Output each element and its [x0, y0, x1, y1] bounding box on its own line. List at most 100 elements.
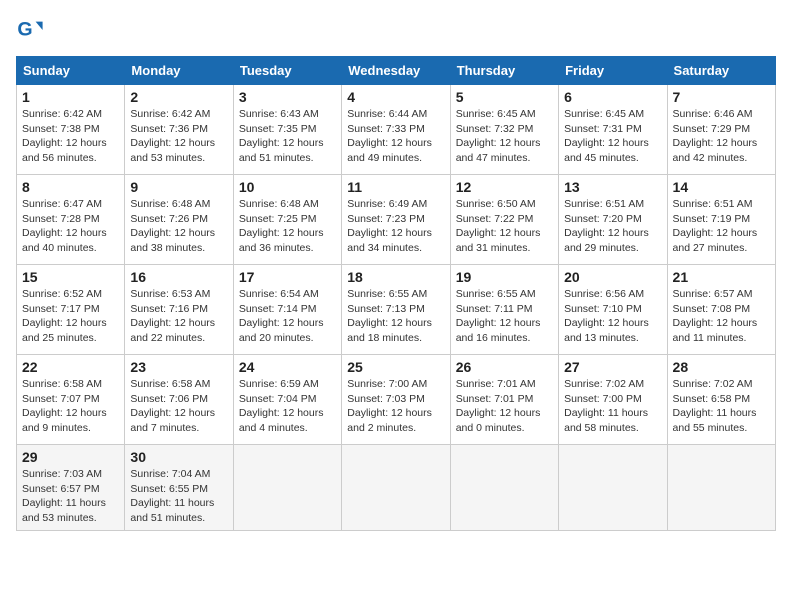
day-info: Sunrise: 6:42 AM Sunset: 7:38 PM Dayligh… — [22, 107, 119, 166]
weekday-header-row: SundayMondayTuesdayWednesdayThursdayFrid… — [17, 57, 776, 85]
day-number: 20 — [564, 269, 661, 285]
calendar-cell: 28 Sunrise: 7:02 AM Sunset: 6:58 PM Dayl… — [667, 355, 775, 445]
week-row-5: 29 Sunrise: 7:03 AM Sunset: 6:57 PM Dayl… — [17, 445, 776, 531]
day-number: 7 — [673, 89, 770, 105]
day-number: 19 — [456, 269, 553, 285]
calendar-cell: 16 Sunrise: 6:53 AM Sunset: 7:16 PM Dayl… — [125, 265, 233, 355]
week-row-4: 22 Sunrise: 6:58 AM Sunset: 7:07 PM Dayl… — [17, 355, 776, 445]
day-info: Sunrise: 6:55 AM Sunset: 7:13 PM Dayligh… — [347, 287, 444, 346]
calendar-cell: 20 Sunrise: 6:56 AM Sunset: 7:10 PM Dayl… — [559, 265, 667, 355]
day-info: Sunrise: 6:46 AM Sunset: 7:29 PM Dayligh… — [673, 107, 770, 166]
day-info: Sunrise: 6:43 AM Sunset: 7:35 PM Dayligh… — [239, 107, 336, 166]
day-number: 13 — [564, 179, 661, 195]
calendar-cell: 15 Sunrise: 6:52 AM Sunset: 7:17 PM Dayl… — [17, 265, 125, 355]
day-number: 8 — [22, 179, 119, 195]
day-info: Sunrise: 6:54 AM Sunset: 7:14 PM Dayligh… — [239, 287, 336, 346]
day-info: Sunrise: 6:56 AM Sunset: 7:10 PM Dayligh… — [564, 287, 661, 346]
day-number: 2 — [130, 89, 227, 105]
day-number: 30 — [130, 449, 227, 465]
day-number: 5 — [456, 89, 553, 105]
day-info: Sunrise: 7:02 AM Sunset: 7:00 PM Dayligh… — [564, 377, 661, 436]
calendar-cell — [450, 445, 558, 531]
day-number: 4 — [347, 89, 444, 105]
day-number: 17 — [239, 269, 336, 285]
day-number: 26 — [456, 359, 553, 375]
weekday-header-friday: Friday — [559, 57, 667, 85]
svg-text:G: G — [17, 19, 32, 41]
calendar-table: SundayMondayTuesdayWednesdayThursdayFrid… — [16, 56, 776, 531]
day-number: 15 — [22, 269, 119, 285]
calendar-cell — [559, 445, 667, 531]
calendar-cell: 7 Sunrise: 6:46 AM Sunset: 7:29 PM Dayli… — [667, 85, 775, 175]
day-number: 21 — [673, 269, 770, 285]
day-number: 23 — [130, 359, 227, 375]
day-info: Sunrise: 7:04 AM Sunset: 6:55 PM Dayligh… — [130, 467, 227, 526]
calendar-cell: 10 Sunrise: 6:48 AM Sunset: 7:25 PM Dayl… — [233, 175, 341, 265]
day-info: Sunrise: 7:03 AM Sunset: 6:57 PM Dayligh… — [22, 467, 119, 526]
calendar-cell: 30 Sunrise: 7:04 AM Sunset: 6:55 PM Dayl… — [125, 445, 233, 531]
day-info: Sunrise: 7:02 AM Sunset: 6:58 PM Dayligh… — [673, 377, 770, 436]
logo: G — [16, 16, 48, 44]
day-info: Sunrise: 6:45 AM Sunset: 7:31 PM Dayligh… — [564, 107, 661, 166]
day-number: 29 — [22, 449, 119, 465]
day-info: Sunrise: 6:48 AM Sunset: 7:25 PM Dayligh… — [239, 197, 336, 256]
day-number: 3 — [239, 89, 336, 105]
calendar-cell: 3 Sunrise: 6:43 AM Sunset: 7:35 PM Dayli… — [233, 85, 341, 175]
day-info: Sunrise: 7:01 AM Sunset: 7:01 PM Dayligh… — [456, 377, 553, 436]
day-number: 9 — [130, 179, 227, 195]
calendar-cell: 8 Sunrise: 6:47 AM Sunset: 7:28 PM Dayli… — [17, 175, 125, 265]
day-info: Sunrise: 6:45 AM Sunset: 7:32 PM Dayligh… — [456, 107, 553, 166]
day-info: Sunrise: 6:51 AM Sunset: 7:20 PM Dayligh… — [564, 197, 661, 256]
calendar-cell — [233, 445, 341, 531]
day-info: Sunrise: 6:58 AM Sunset: 7:06 PM Dayligh… — [130, 377, 227, 436]
day-info: Sunrise: 6:52 AM Sunset: 7:17 PM Dayligh… — [22, 287, 119, 346]
calendar-cell: 4 Sunrise: 6:44 AM Sunset: 7:33 PM Dayli… — [342, 85, 450, 175]
week-row-2: 8 Sunrise: 6:47 AM Sunset: 7:28 PM Dayli… — [17, 175, 776, 265]
weekday-header-monday: Monday — [125, 57, 233, 85]
day-number: 28 — [673, 359, 770, 375]
day-number: 16 — [130, 269, 227, 285]
day-info: Sunrise: 6:51 AM Sunset: 7:19 PM Dayligh… — [673, 197, 770, 256]
day-number: 18 — [347, 269, 444, 285]
calendar-cell — [667, 445, 775, 531]
day-number: 27 — [564, 359, 661, 375]
day-number: 6 — [564, 89, 661, 105]
day-number: 22 — [22, 359, 119, 375]
calendar-cell: 29 Sunrise: 7:03 AM Sunset: 6:57 PM Dayl… — [17, 445, 125, 531]
weekday-header-sunday: Sunday — [17, 57, 125, 85]
day-number: 1 — [22, 89, 119, 105]
day-info: Sunrise: 6:58 AM Sunset: 7:07 PM Dayligh… — [22, 377, 119, 436]
calendar-cell: 22 Sunrise: 6:58 AM Sunset: 7:07 PM Dayl… — [17, 355, 125, 445]
day-info: Sunrise: 6:57 AM Sunset: 7:08 PM Dayligh… — [673, 287, 770, 346]
calendar-cell: 21 Sunrise: 6:57 AM Sunset: 7:08 PM Dayl… — [667, 265, 775, 355]
day-info: Sunrise: 6:42 AM Sunset: 7:36 PM Dayligh… — [130, 107, 227, 166]
logo-icon: G — [16, 16, 44, 44]
calendar-cell: 11 Sunrise: 6:49 AM Sunset: 7:23 PM Dayl… — [342, 175, 450, 265]
calendar-cell: 18 Sunrise: 6:55 AM Sunset: 7:13 PM Dayl… — [342, 265, 450, 355]
day-info: Sunrise: 6:47 AM Sunset: 7:28 PM Dayligh… — [22, 197, 119, 256]
page-header: G — [16, 16, 776, 44]
day-info: Sunrise: 6:53 AM Sunset: 7:16 PM Dayligh… — [130, 287, 227, 346]
weekday-header-wednesday: Wednesday — [342, 57, 450, 85]
weekday-header-saturday: Saturday — [667, 57, 775, 85]
day-number: 25 — [347, 359, 444, 375]
day-info: Sunrise: 7:00 AM Sunset: 7:03 PM Dayligh… — [347, 377, 444, 436]
calendar-cell: 25 Sunrise: 7:00 AM Sunset: 7:03 PM Dayl… — [342, 355, 450, 445]
calendar-cell: 5 Sunrise: 6:45 AM Sunset: 7:32 PM Dayli… — [450, 85, 558, 175]
weekday-header-thursday: Thursday — [450, 57, 558, 85]
day-info: Sunrise: 6:59 AM Sunset: 7:04 PM Dayligh… — [239, 377, 336, 436]
week-row-3: 15 Sunrise: 6:52 AM Sunset: 7:17 PM Dayl… — [17, 265, 776, 355]
day-info: Sunrise: 6:48 AM Sunset: 7:26 PM Dayligh… — [130, 197, 227, 256]
day-number: 24 — [239, 359, 336, 375]
calendar-cell: 13 Sunrise: 6:51 AM Sunset: 7:20 PM Dayl… — [559, 175, 667, 265]
day-number: 12 — [456, 179, 553, 195]
day-info: Sunrise: 6:44 AM Sunset: 7:33 PM Dayligh… — [347, 107, 444, 166]
calendar-cell — [342, 445, 450, 531]
calendar-cell: 6 Sunrise: 6:45 AM Sunset: 7:31 PM Dayli… — [559, 85, 667, 175]
calendar-cell: 19 Sunrise: 6:55 AM Sunset: 7:11 PM Dayl… — [450, 265, 558, 355]
calendar-cell: 26 Sunrise: 7:01 AM Sunset: 7:01 PM Dayl… — [450, 355, 558, 445]
calendar-cell: 12 Sunrise: 6:50 AM Sunset: 7:22 PM Dayl… — [450, 175, 558, 265]
day-info: Sunrise: 6:49 AM Sunset: 7:23 PM Dayligh… — [347, 197, 444, 256]
calendar-cell: 1 Sunrise: 6:42 AM Sunset: 7:38 PM Dayli… — [17, 85, 125, 175]
day-info: Sunrise: 6:55 AM Sunset: 7:11 PM Dayligh… — [456, 287, 553, 346]
